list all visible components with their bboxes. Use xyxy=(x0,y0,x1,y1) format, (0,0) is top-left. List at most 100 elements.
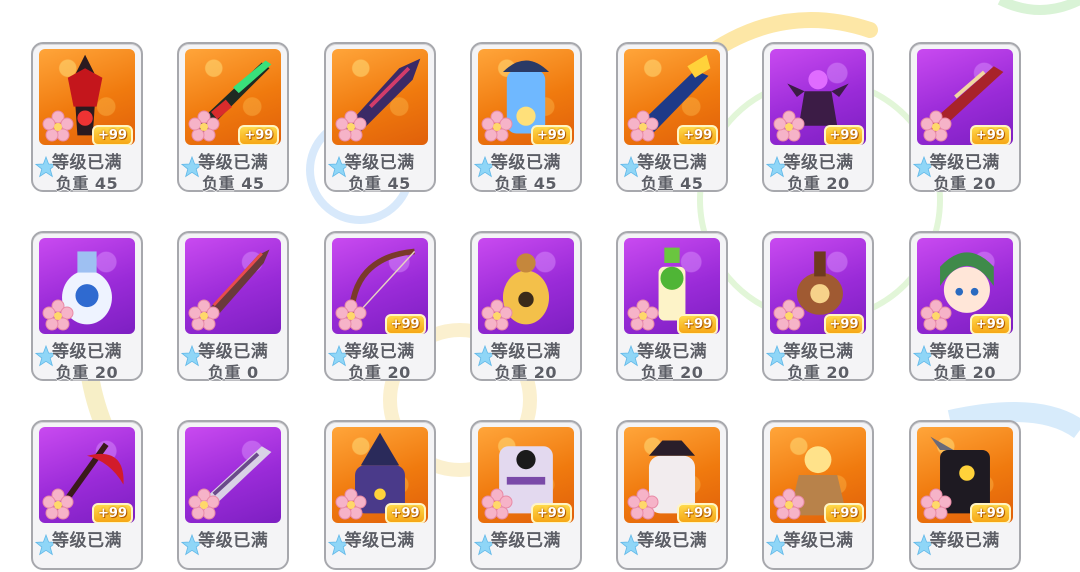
item-frame: +99 xyxy=(477,49,574,145)
item-frame: +99 xyxy=(916,49,1013,145)
item-card[interactable]: +99 等级已满 xyxy=(323,420,436,570)
count-badge: +99 xyxy=(92,125,133,145)
weight-label: 负重 45 xyxy=(641,174,704,193)
flower-icon xyxy=(772,109,806,143)
count-badge: +99 xyxy=(384,503,426,523)
weight-label: 负重 20 xyxy=(55,363,119,382)
flower-icon xyxy=(334,487,368,521)
item-card[interactable]: 等级已满 负重 45 xyxy=(323,42,436,193)
flower-icon xyxy=(480,298,514,332)
weight-label: 负重 20 xyxy=(933,363,996,382)
flower-icon xyxy=(919,109,953,143)
flower-icon xyxy=(41,487,75,521)
count-badge: +99 xyxy=(677,503,719,523)
weight-label: 负重 0 xyxy=(207,363,259,382)
item-frame xyxy=(477,238,574,334)
item-card[interactable]: +99 等级已满 负重 45 xyxy=(177,42,290,193)
item-card[interactable]: +99 等级已满 负重 20 xyxy=(616,231,729,382)
item-card[interactable]: +99 等级已满 负重 20 xyxy=(762,42,875,193)
weight-label: 负重 45 xyxy=(494,174,558,193)
item-frame: +99 xyxy=(770,238,867,334)
level-status-label: 等级已满 xyxy=(783,531,854,551)
flower-icon xyxy=(480,487,514,521)
flower-icon xyxy=(626,298,660,332)
item-frame xyxy=(39,238,135,334)
item-frame: +99 xyxy=(916,427,1013,523)
weight-label: 负重 20 xyxy=(348,363,411,382)
flower-icon xyxy=(334,109,368,143)
item-frame xyxy=(185,427,282,523)
item-frame: +99 xyxy=(185,49,282,145)
flower-icon xyxy=(626,487,660,521)
item-card[interactable]: 等级已满 xyxy=(177,420,290,570)
weight-label: 负重 20 xyxy=(641,363,704,382)
flower-icon xyxy=(187,298,221,332)
flower-icon xyxy=(919,487,953,521)
level-status-label: 等级已满 xyxy=(490,531,561,551)
item-frame: +99 xyxy=(39,427,135,523)
item-card[interactable]: +99 等级已满 负重 20 xyxy=(908,42,1021,193)
count-badge: +99 xyxy=(969,125,1011,145)
count-badge: +99 xyxy=(530,125,572,145)
weight-label: 负重 20 xyxy=(787,363,850,382)
item-card[interactable]: +99 等级已满 负重 20 xyxy=(908,231,1021,382)
item-card[interactable]: +99 等级已满 负重 20 xyxy=(762,231,875,382)
item-card[interactable]: +99 等级已满 负重 45 xyxy=(469,42,582,193)
level-status-label: 等级已满 xyxy=(637,531,708,551)
weight-label: 负重 20 xyxy=(787,174,850,193)
item-frame: +99 xyxy=(331,238,428,334)
flower-icon xyxy=(187,487,221,521)
weight-label: 负重 20 xyxy=(933,174,996,193)
item-card[interactable]: 等级已满 负重 20 xyxy=(469,231,582,382)
level-status-label: 等级已满 xyxy=(52,531,122,551)
level-status-label: 等级已满 xyxy=(198,531,269,551)
flower-icon xyxy=(480,109,514,143)
weight-label: 负重 45 xyxy=(55,174,119,193)
item-card[interactable]: +99 等级已满 xyxy=(908,420,1021,570)
item-card[interactable]: +99 等级已满 负重 45 xyxy=(31,42,143,193)
item-frame: +99 xyxy=(916,238,1013,334)
item-frame: +99 xyxy=(770,49,867,145)
item-frame: +99 xyxy=(624,238,721,334)
item-card[interactable]: +99 等级已满 xyxy=(762,420,875,570)
item-frame: +99 xyxy=(770,427,867,523)
count-badge: +99 xyxy=(677,125,719,145)
flower-icon xyxy=(187,109,221,143)
weight-label: 负重 45 xyxy=(202,174,265,193)
flower-icon xyxy=(919,298,953,332)
item-card[interactable]: 等级已满 负重 0 xyxy=(177,231,290,382)
count-badge: +99 xyxy=(969,314,1011,334)
item-card[interactable]: +99 等级已满 xyxy=(616,420,729,570)
weight-label: 负重 45 xyxy=(348,174,411,193)
count-badge: +99 xyxy=(823,125,865,145)
item-frame: +99 xyxy=(477,427,574,523)
count-badge: +99 xyxy=(92,503,133,523)
flower-icon xyxy=(626,109,660,143)
level-status-label: 等级已满 xyxy=(929,531,1000,551)
item-frame: +99 xyxy=(624,49,721,145)
weight-label: 负重 20 xyxy=(494,363,558,382)
item-frame: +99 xyxy=(624,427,721,523)
item-frame: +99 xyxy=(39,49,135,145)
flower-icon xyxy=(334,298,368,332)
item-card[interactable]: +99 等级已满 xyxy=(469,420,582,570)
item-card[interactable]: +99 等级已满 xyxy=(31,420,143,570)
count-badge: +99 xyxy=(677,314,719,334)
flower-icon xyxy=(772,298,806,332)
item-card[interactable]: 等级已满 负重 20 xyxy=(31,231,143,382)
count-badge: +99 xyxy=(238,125,280,145)
count-badge: +99 xyxy=(823,314,865,334)
item-frame: +99 xyxy=(331,427,428,523)
flower-icon xyxy=(41,109,75,143)
count-badge: +99 xyxy=(969,503,1011,523)
count-badge: +99 xyxy=(384,314,426,334)
level-status-label: 等级已满 xyxy=(344,531,415,551)
item-card[interactable]: +99 等级已满 负重 45 xyxy=(616,42,729,193)
item-card[interactable]: +99 等级已满 负重 20 xyxy=(323,231,436,382)
item-grid: +99 等级已满 负重 45 +99 等级已满 负重 45 等级已满 负重 45 +99 等级已满… xyxy=(31,42,1025,572)
flower-icon xyxy=(41,298,75,332)
flower-icon xyxy=(772,487,806,521)
item-frame xyxy=(185,238,282,334)
item-frame xyxy=(331,49,428,145)
count-badge: +99 xyxy=(530,503,572,523)
